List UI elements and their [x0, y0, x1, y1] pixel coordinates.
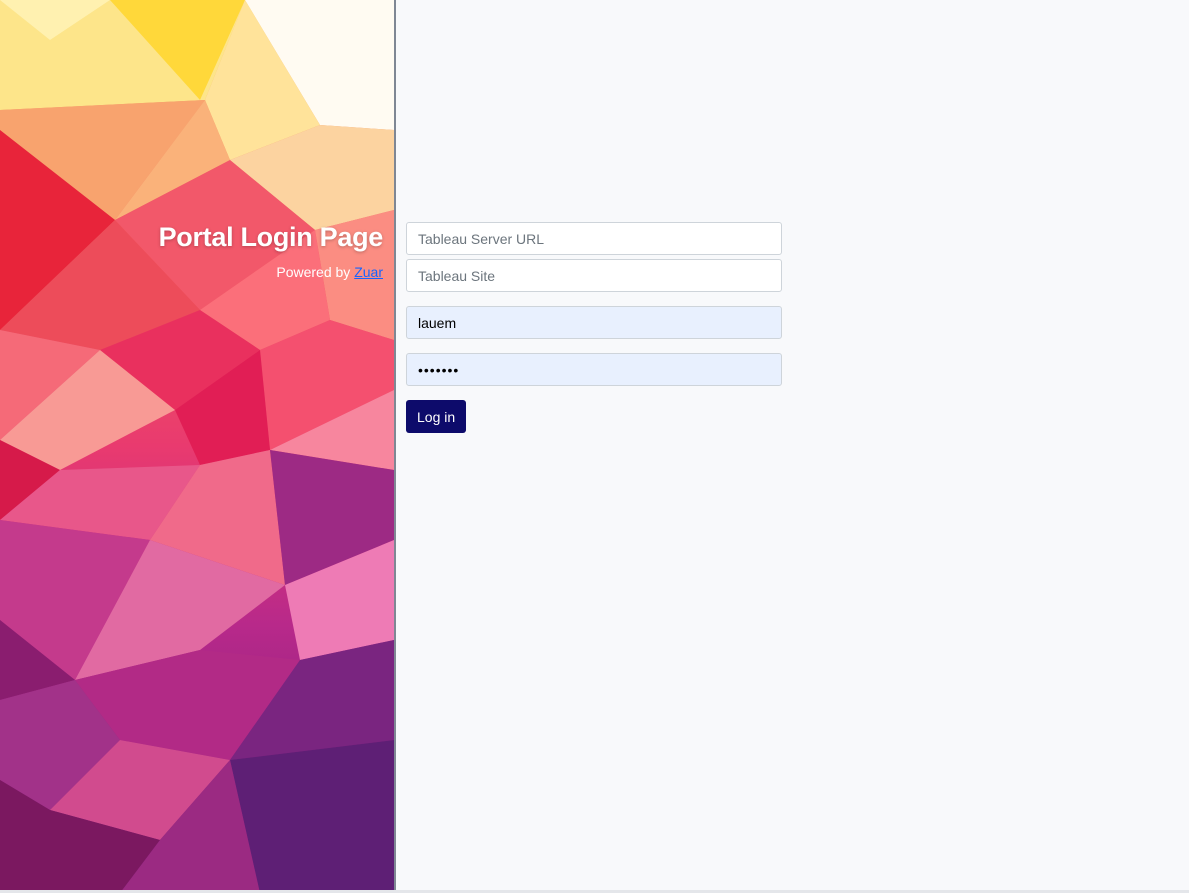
- geometric-background-image: [0, 0, 394, 893]
- login-page: Portal Login Page Powered by Zuar Log in: [0, 0, 1189, 893]
- login-button[interactable]: Log in: [406, 400, 467, 433]
- powered-by-text: Powered by Zuar: [276, 264, 383, 280]
- tableau-site-input[interactable]: [406, 259, 782, 292]
- zuar-link[interactable]: Zuar: [354, 264, 383, 280]
- powered-by-label: Powered by: [276, 264, 355, 280]
- tableau-server-url-input[interactable]: [406, 222, 782, 255]
- username-input[interactable]: [406, 306, 782, 339]
- hero-panel: Portal Login Page Powered by Zuar: [0, 0, 394, 893]
- password-input[interactable]: [406, 353, 782, 386]
- page-title: Portal Login Page: [158, 222, 384, 252]
- login-form: Log in: [406, 222, 782, 433]
- form-panel: Log in: [396, 0, 1189, 893]
